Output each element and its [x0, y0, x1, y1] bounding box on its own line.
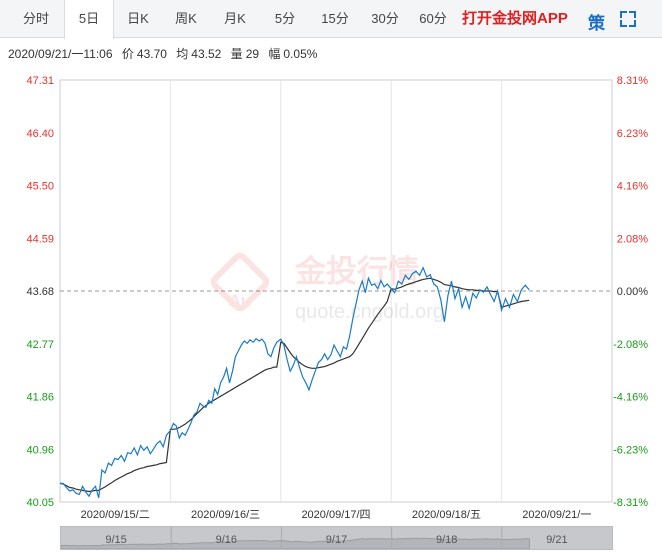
y-tick-label-right: -4.16%: [613, 392, 648, 404]
x-tick-label: 2020/09/17/四: [301, 509, 370, 521]
navigator-sparkline: 9/15 9/16 9/17 9/18 9/21: [61, 527, 568, 549]
y-tick-label-left: 44.59: [26, 233, 54, 245]
navigator-date-label: 9/18: [436, 534, 457, 546]
x-tick-label: 2020/09/21/一: [522, 509, 591, 521]
navigator-date-label: 9/16: [216, 534, 237, 546]
navigator-date-label: 9/15: [105, 534, 126, 546]
chart-grid: [59, 79, 613, 503]
watermark-logo-text: 金投行情: [294, 254, 419, 290]
y-tick-label-right: 2.08%: [617, 233, 648, 245]
y-tick-label-right: 0.00%: [617, 286, 648, 298]
y-tick-label-right: -8.31%: [613, 497, 648, 509]
y-tick-label-left: 42.77: [26, 339, 54, 351]
y-tick-label-left: 40.05: [26, 497, 54, 509]
y-tick-label-left: 41.86: [26, 392, 54, 404]
watermark-url-text: quote.cngold.org: [295, 301, 444, 323]
x-tick-label: 2020/09/18/五: [412, 509, 481, 521]
y-tick-label-left: 45.50: [26, 181, 54, 193]
x-tick-label: 2020/09/16/三: [191, 509, 260, 521]
five-day-price-chart[interactable]: Au 金投行情 quote.cngold.org 47.31 46.40 45.50…: [0, 0, 662, 552]
y-tick-label-right: 6.23%: [617, 128, 648, 140]
time-navigator[interactable]: 9/15 9/16 9/17 9/18 9/21: [60, 526, 613, 550]
navigator-area: [61, 537, 530, 549]
navigator-date-label: 9/17: [326, 534, 347, 546]
y-tick-label-left: 40.96: [26, 444, 54, 456]
y-tick-label-left: 47.31: [26, 75, 54, 87]
watermark: Au 金投行情 quote.cngold.org: [210, 252, 444, 323]
navigator-date-label: 9/21: [546, 534, 567, 546]
y-tick-label-left: 43.68: [26, 286, 54, 298]
svg-text:Au: Au: [229, 291, 252, 310]
y-tick-label-right: 8.31%: [617, 75, 648, 87]
y-tick-label-right: 4.16%: [617, 181, 648, 193]
y-tick-label-right: -6.23%: [613, 444, 648, 456]
y-tick-label-left: 46.40: [26, 128, 54, 140]
y-tick-label-right: -2.08%: [613, 339, 648, 351]
x-tick-label: 2020/09/15/二: [81, 509, 150, 521]
